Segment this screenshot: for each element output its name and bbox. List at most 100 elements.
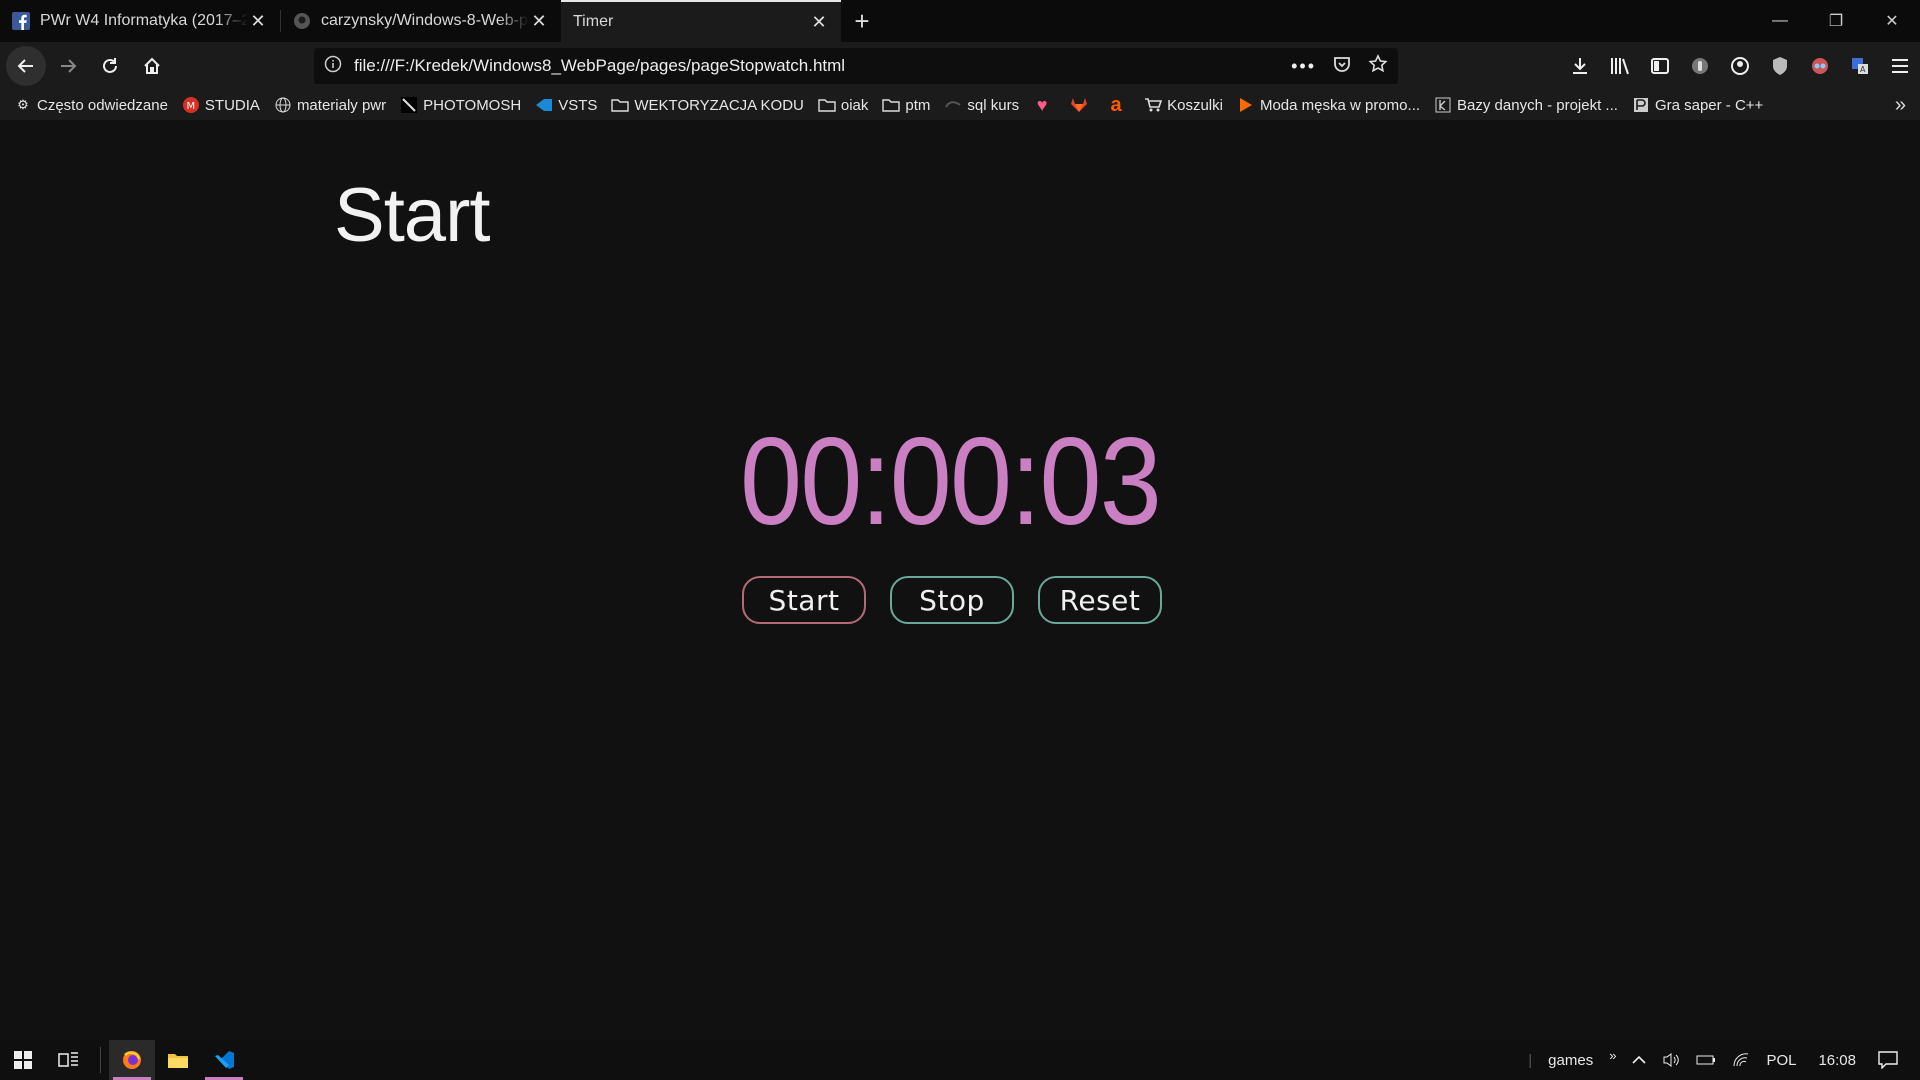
language-indicator[interactable]: POL — [1758, 1052, 1804, 1069]
forward-arrow-icon — [61, 59, 77, 73]
tab-github[interactable]: carzynsky/Windows-8-Web-page ✕ — [281, 0, 561, 42]
bookmark-item[interactable]: Moda męska w promo... — [1237, 96, 1420, 114]
bookmark-item[interactable]: VSTS — [535, 96, 597, 114]
file-explorer-icon[interactable] — [155, 1040, 201, 1080]
clock[interactable]: 16:08 — [1804, 1052, 1870, 1069]
svg-text:M: M — [186, 101, 195, 112]
task-view-icon[interactable] — [46, 1040, 92, 1080]
bookmark-item[interactable]: sql kurs — [944, 96, 1019, 114]
bookmark-label: PHOTOMOSH — [423, 96, 522, 114]
stop-button[interactable]: Stop — [890, 576, 1014, 624]
gitlab-icon — [1070, 96, 1088, 114]
bookmark-item[interactable]: ptm — [882, 96, 930, 114]
bookmark-label: Koszulki — [1167, 96, 1223, 114]
bookmark-item[interactable]: PHOTOMOSH — [400, 96, 521, 114]
bookmark-page-icon — [1434, 96, 1452, 114]
tab-title: PWr W4 Informatyka (2017–2021) — [40, 12, 248, 29]
close-icon[interactable]: ✕ — [529, 11, 549, 32]
chevron-double-right-icon[interactable]: » — [1895, 94, 1906, 117]
folder-icon — [611, 96, 630, 114]
pocket-icon[interactable] — [1332, 54, 1352, 79]
library-icon[interactable] — [1600, 46, 1640, 86]
bookmark-label: Moda męska w promo... — [1259, 96, 1421, 114]
forward-button[interactable] — [48, 46, 88, 86]
bookmark-item[interactable]: M STUDIA — [182, 96, 260, 114]
home-button[interactable] — [132, 46, 172, 86]
bookmark-item[interactable]: oiak — [818, 96, 869, 114]
taskbar-separator — [100, 1047, 101, 1073]
new-tab-button[interactable]: + — [841, 0, 883, 42]
bookmark-item[interactable]: Gra saper - C++ — [1632, 96, 1763, 114]
cart-icon — [1144, 96, 1163, 114]
bookmark-label: oiak — [840, 96, 869, 114]
tab-facebook[interactable]: PWr W4 Informatyka (2017–2021) ✕ — [0, 0, 280, 42]
battery-icon[interactable] — [1688, 1054, 1724, 1066]
windows-start-icon[interactable] — [0, 1040, 46, 1080]
vscode-icon[interactable] — [201, 1040, 247, 1080]
url-text[interactable]: file:///F:/Kredek/Windows8_WebPage/pages… — [354, 56, 1291, 76]
firefox-icon[interactable] — [109, 1040, 155, 1080]
shop-icon — [1237, 96, 1255, 114]
bookmark-label: sql kurs — [967, 96, 1020, 114]
bookmark-item[interactable]: a — [1107, 93, 1130, 116]
facebook-icon — [12, 12, 30, 30]
toolbar-games[interactable]: games — [1540, 1052, 1601, 1069]
system-tray: | games » POL 16:08 — [1520, 1040, 1920, 1080]
shield-icon[interactable] — [1760, 46, 1800, 86]
close-icon[interactable]: ✕ — [809, 12, 829, 33]
bookmark-label: Gra saper - C++ — [1654, 96, 1764, 114]
wifi-icon[interactable] — [1724, 1052, 1758, 1068]
restore-icon[interactable]: ❐ — [1808, 0, 1864, 42]
notification-icon[interactable] — [1870, 1051, 1920, 1069]
page-title: Start — [334, 173, 490, 258]
minimize-icon[interactable]: — — [1752, 0, 1808, 42]
back-button[interactable] — [6, 46, 46, 86]
photomosh-icon — [400, 96, 418, 114]
bookmark-item[interactable]: ⚙ Często odwiedzane — [14, 96, 168, 114]
gmail-icon: M — [182, 96, 200, 114]
extension-hand-icon[interactable] — [1680, 46, 1720, 86]
reload-button[interactable] — [90, 46, 130, 86]
info-icon[interactable] — [324, 55, 342, 78]
tab-title: carzynsky/Windows-8-Web-page — [321, 12, 529, 29]
toolbar-right: A — [1560, 42, 1920, 90]
bookmark-label: materialy pwr — [296, 96, 387, 114]
more-actions-icon[interactable]: ••• — [1291, 56, 1316, 77]
sql-icon — [944, 96, 962, 114]
bookmark-label: ptm — [905, 96, 931, 114]
back-arrow-icon — [17, 59, 33, 73]
bookmark-label: WEKTORYZACJA KODU — [634, 96, 804, 114]
volume-icon[interactable] — [1654, 1052, 1688, 1068]
allegro-icon: a — [1110, 93, 1122, 116]
vsts-icon — [535, 96, 553, 114]
bookmark-item[interactable]: materialy pwr — [274, 96, 386, 114]
window-controls: — ❐ ✕ — [1752, 0, 1920, 42]
address-bar[interactable]: file:///F:/Kredek/Windows8_WebPage/pages… — [314, 48, 1398, 84]
sidebar-icon[interactable] — [1640, 46, 1680, 86]
bookmark-label: STUDIA — [204, 96, 260, 114]
bookmark-item[interactable]: ♥ — [1033, 95, 1056, 115]
bookmark-item[interactable]: Bazy danych - projekt ... — [1434, 96, 1618, 114]
home-icon — [144, 57, 160, 74]
bookmark-item[interactable]: Koszulki — [1144, 96, 1223, 114]
tab-title: Timer — [573, 13, 614, 30]
close-window-icon[interactable]: ✕ — [1864, 0, 1920, 42]
tray-separator: | — [1528, 1051, 1533, 1069]
menu-icon[interactable] — [1880, 46, 1920, 86]
translate-icon[interactable]: A — [1840, 46, 1880, 86]
reset-button[interactable]: Reset — [1038, 576, 1162, 624]
bookmark-item[interactable] — [1070, 96, 1093, 114]
tab-timer[interactable]: Timer ✕ — [561, 0, 841, 42]
taskbar: | games » POL 16:08 — [0, 1040, 1920, 1080]
navigation-bar: file:///F:/Kredek/Windows8_WebPage/pages… — [0, 42, 1920, 90]
start-button[interactable]: Start — [742, 576, 866, 624]
chevron-up-icon[interactable] — [1624, 1055, 1654, 1065]
close-icon[interactable]: ✕ — [248, 11, 268, 32]
extension-glasses-icon[interactable] — [1800, 46, 1840, 86]
account-icon[interactable] — [1720, 46, 1760, 86]
bookmark-item[interactable]: WEKTORYZACJA KODU — [611, 96, 804, 114]
download-icon[interactable] — [1560, 46, 1600, 86]
star-icon[interactable] — [1368, 53, 1388, 79]
chevron-double-right-icon[interactable]: » — [1601, 1048, 1624, 1063]
bookmark-label: VSTS — [558, 96, 598, 114]
